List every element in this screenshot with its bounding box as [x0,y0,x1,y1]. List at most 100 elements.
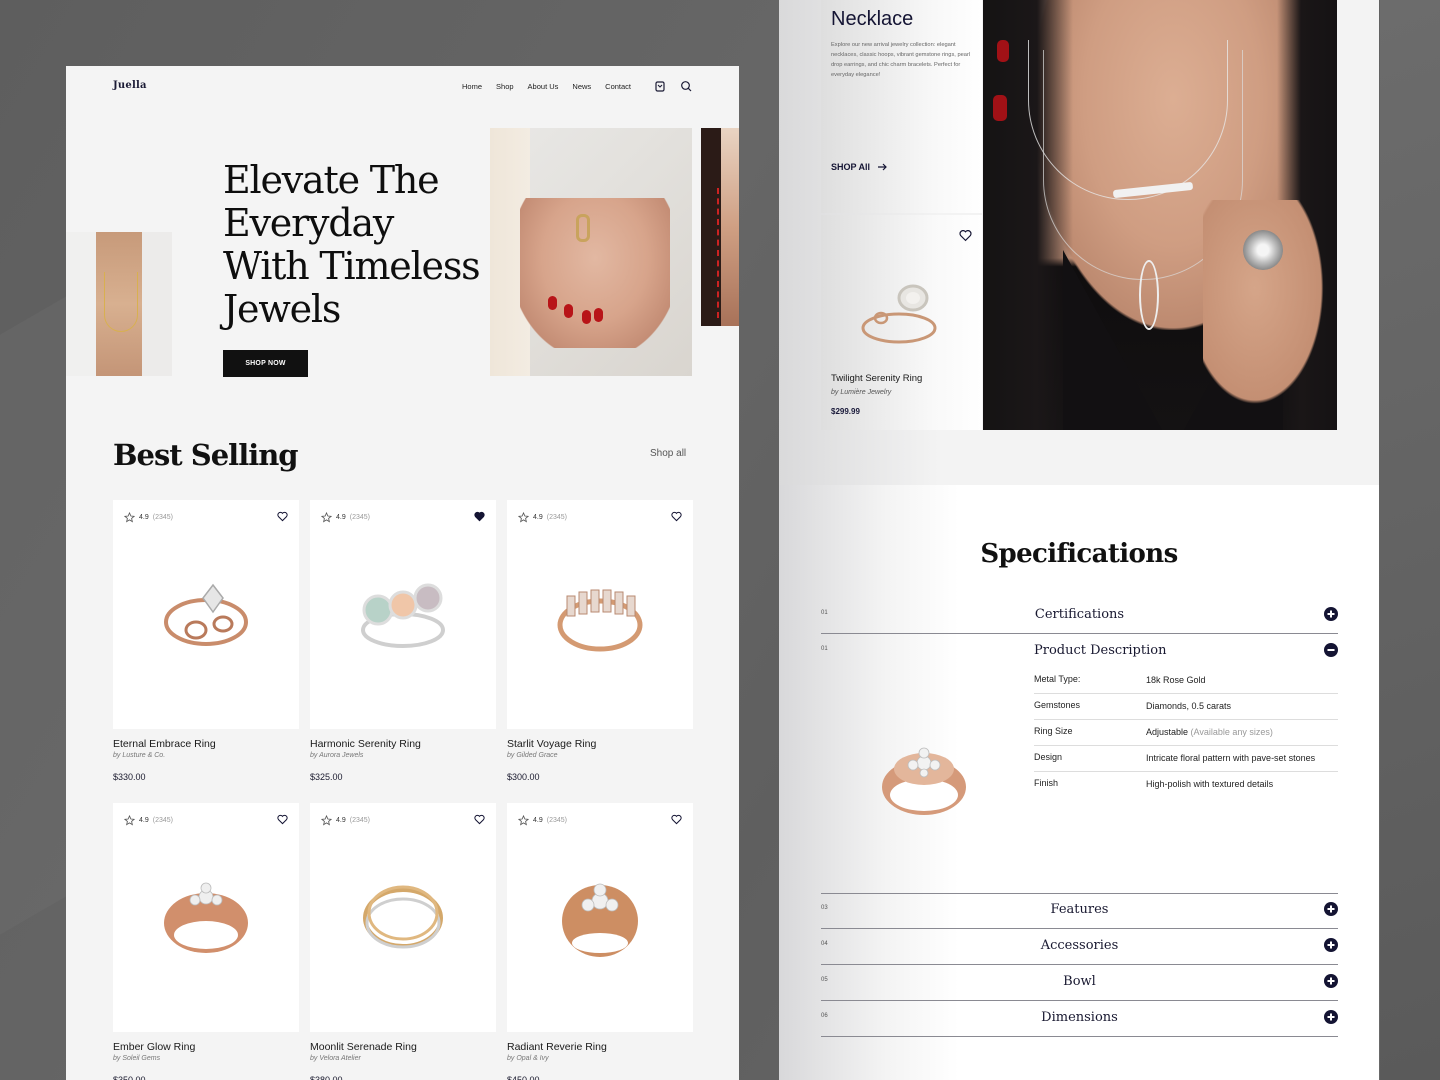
heart-icon[interactable] [474,814,485,825]
product-card[interactable]: 4.9 (2345) Eternal Embrace Ring by Lustu… [113,500,299,782]
product-image-box[interactable]: 4.9 (2345) [507,500,693,729]
product-price: $325.00 [310,772,343,782]
background-shape [1380,0,1440,1080]
spec-row: Design Intricate floral pattern with pav… [1034,746,1338,772]
product-brand: by Soleil Gems [113,1055,161,1062]
collapse-minus-icon[interactable] [1324,643,1338,657]
logo[interactable]: Juella [113,80,147,91]
nav-links: Home Shop About Us News Contact [462,82,631,91]
nav-home[interactable]: Home [462,82,482,91]
product-image-box[interactable]: 4.9 (2345) [507,803,693,1032]
section-label: Accessories [1040,938,1119,953]
product-card[interactable]: 4.9 (2345) Radiant Reverie Ring by Opal … [507,803,693,1080]
spec-value: Diamonds, 0.5 carats [1146,700,1338,712]
nav-about-us[interactable]: About Us [528,82,559,91]
spec-key: Metal Type: [1034,674,1081,684]
spec-key: Ring Size [1034,726,1073,736]
heart-icon[interactable] [959,229,972,242]
product-name[interactable]: Harmonic Serenity Ring [310,738,496,750]
expand-plus-icon[interactable] [1324,974,1338,988]
spec-key: Design [1034,752,1063,762]
product-price: $350.00 [113,1075,146,1080]
section-label: Certifications [1034,607,1125,622]
nav-contact[interactable]: Contact [605,82,631,91]
product-name[interactable]: Starlit Voyage Ring [507,738,693,750]
ring-image [363,885,443,949]
section-label: Dimensions [1041,1010,1118,1025]
rating-count: (2345) [546,514,567,521]
product-name[interactable]: Ember Glow Ring [113,1041,299,1053]
accordion-row[interactable]: 01 Product Description [821,634,1338,670]
shop-all-label: SHOP All [831,162,871,172]
section-number: 01 [821,646,828,652]
rating-score: 4.9 [139,817,149,824]
hero-image-necklace [66,232,172,376]
product-name[interactable]: Moonlit Serenade Ring [310,1041,496,1053]
spec-key: Gemstones [1034,700,1081,710]
product-image-box[interactable]: 4.9 (2345) [310,500,496,729]
product-page-mockup: Necklace Explore our new arrival jewelry… [779,0,1379,1080]
spec-value-text: Intricate floral pattern with pave-set s… [1146,753,1316,763]
product-name[interactable]: Eternal Embrace Ring [113,738,299,750]
nav-shop[interactable]: Shop [496,82,514,91]
shop-now-button[interactable]: SHOP NOW [223,350,308,377]
heart-icon[interactable] [671,511,682,522]
section-label: Features [1050,902,1109,917]
spec-row: Finish High-polish with textured details [1034,772,1338,797]
spec-value-text: 18k Rose Gold [1146,675,1206,685]
product-card[interactable]: 4.9 (2345) Starlit Voyage Ring by Gilded… [507,500,693,782]
product-brand: by Velora Atelier [310,1055,361,1062]
product-rating: 4.9 (2345) [518,815,567,826]
search-icon[interactable] [680,80,692,92]
product-card[interactable]: 4.9 (2345) Moonlit Serenade Ring by Velo… [310,803,496,1080]
rating-count: (2345) [349,514,370,521]
product-brand: by Gilded Grace [507,752,558,759]
product-image-box[interactable]: 4.9 (2345) [113,500,299,729]
heart-icon[interactable] [474,511,485,522]
rating-count: (2345) [349,817,370,824]
specifications-section: Specifications 01 Certifications 01 Prod… [779,485,1379,1080]
product-rating: 4.9 (2345) [124,512,173,523]
spec-row: Gemstones Diamonds, 0.5 carats [1034,694,1338,720]
product-name[interactable]: Radiant Reverie Ring [507,1041,693,1053]
rating-score: 4.9 [139,514,149,521]
ring-image [882,747,966,815]
star-icon [124,512,135,523]
spec-key: Finish [1034,778,1059,788]
product-price: $330.00 [113,772,146,782]
expand-plus-icon[interactable] [1324,938,1338,952]
product-image-box[interactable]: 4.9 (2345) [113,803,299,1032]
expand-plus-icon[interactable] [1324,1010,1338,1024]
specifications-title: Specifications [980,539,1178,569]
rating-count: (2345) [152,817,173,824]
nav-news[interactable]: News [572,82,591,91]
rating-score: 4.9 [533,817,543,824]
heart-icon[interactable] [277,511,288,522]
ring-image [557,589,643,652]
accordion-row[interactable]: 03 Features [821,893,1338,929]
heart-icon[interactable] [671,814,682,825]
necklace-category-card: Necklace Explore our new arrival jewelry… [821,0,982,213]
product-brand: by Opal & Ivy [507,1055,549,1062]
expand-plus-icon[interactable] [1324,902,1338,916]
accordion-row[interactable]: 05 Bowl [821,965,1338,1001]
shop-all-button[interactable]: SHOP All [831,162,888,172]
expand-plus-icon[interactable] [1324,607,1338,621]
product-image-box[interactable]: 4.9 (2345) [310,803,496,1032]
star-icon [321,815,332,826]
star-icon [124,815,135,826]
heart-icon[interactable] [277,814,288,825]
accordion-row[interactable]: 06 Dimensions [821,1001,1338,1037]
shop-all-link[interactable]: Shop all [650,448,686,459]
product-rating: 4.9 (2345) [518,512,567,523]
featured-product-card[interactable]: Twilight Serenity Ring by Lumière Jewelr… [821,215,982,430]
product-card[interactable]: 4.9 (2345) Harmonic Serenity Ring by Aur… [310,500,496,782]
accordion-row[interactable]: 01 Certifications [821,598,1338,634]
spec-value: Adjustable (Available any sizes) [1146,726,1338,738]
shopping-bag-icon[interactable] [654,80,666,92]
product-card[interactable]: 4.9 (2345) Ember Glow Ring by Soleil Gem… [113,803,299,1080]
ring-image [361,583,445,648]
accordion-row[interactable]: 04 Accessories [821,929,1338,965]
arrow-right-icon [878,163,887,171]
star-icon [518,512,529,523]
